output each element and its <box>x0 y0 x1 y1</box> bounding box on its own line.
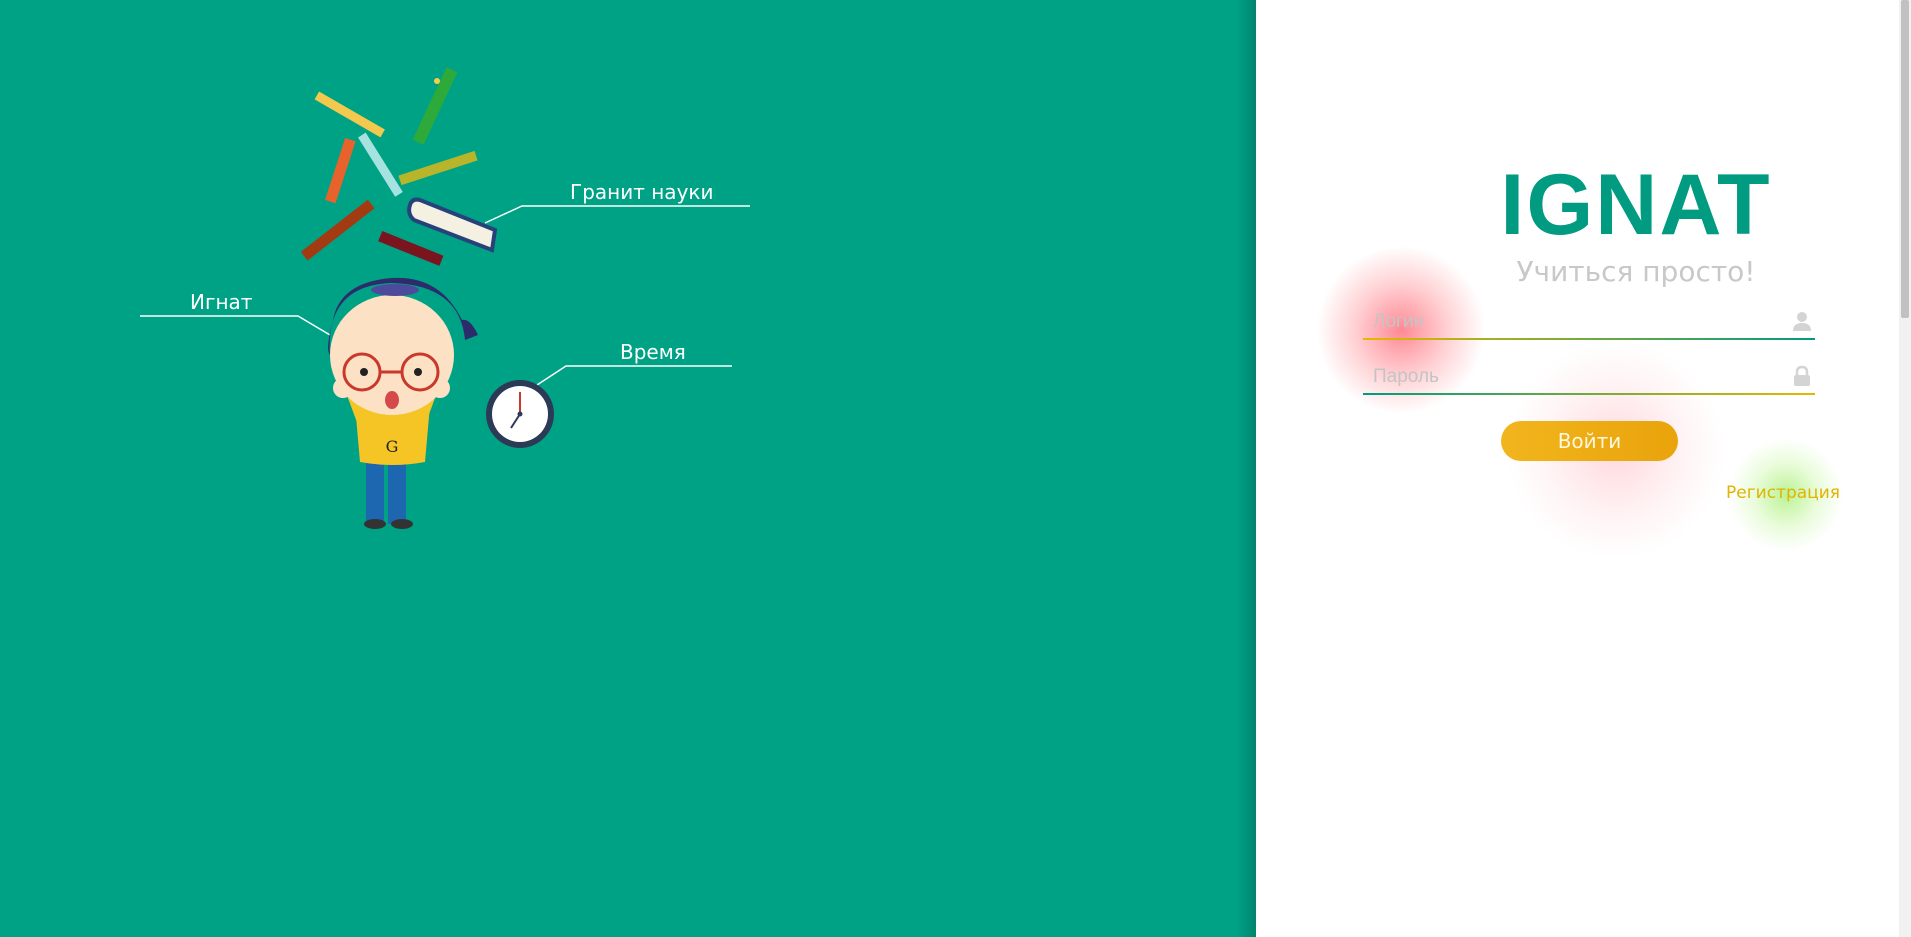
label-time: Время <box>620 340 686 364</box>
tagline: Учиться просто! <box>1516 255 1756 288</box>
password-input[interactable] <box>1363 361 1815 393</box>
user-icon <box>1793 312 1811 331</box>
label-ignat: Игнат <box>190 290 253 314</box>
scrollbar-thumb[interactable] <box>1901 0 1909 318</box>
svg-text:G: G <box>386 437 399 456</box>
login-panel: IGNAT Учиться просто! Войти Регистрация <box>1256 0 1911 937</box>
login-input[interactable] <box>1363 306 1815 338</box>
login-field <box>1363 306 1815 340</box>
left-panel: G Гранит науки Игнат Время <box>0 0 1256 937</box>
label-granite: Гранит науки <box>570 180 714 204</box>
lock-icon <box>1794 365 1810 386</box>
field-underline <box>1363 393 1815 395</box>
brand-logo: IGNAT <box>1500 157 1772 253</box>
field-underline <box>1363 338 1815 340</box>
books-illustration <box>300 67 498 266</box>
panel-divider-shadow <box>1236 0 1256 937</box>
login-button[interactable]: Войти <box>1501 421 1678 461</box>
password-field <box>1363 361 1815 395</box>
clock-illustration <box>486 380 554 448</box>
illustration: G <box>140 67 750 529</box>
ignat-character: G <box>328 277 478 529</box>
register-link[interactable]: Регистрация <box>1726 483 1840 503</box>
scrollbar[interactable] <box>1899 0 1911 937</box>
